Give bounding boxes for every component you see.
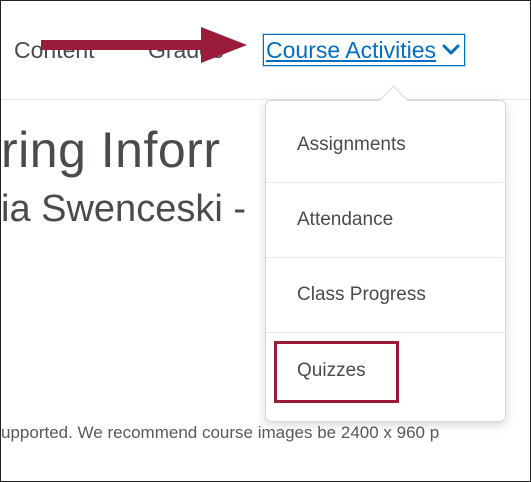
menu-item-attendance[interactable]: Attendance (266, 183, 505, 258)
chevron-down-icon (442, 44, 460, 55)
nav-item-course-activities[interactable]: Course Activities (263, 34, 466, 66)
menu-item-class-progress[interactable]: Class Progress (266, 258, 505, 333)
quizzes-highlight-box (274, 341, 399, 403)
annotation-arrow-icon (41, 27, 247, 63)
instructor-name: ia Swenceski - (1, 188, 246, 230)
page-title: ring Inforr (1, 122, 221, 178)
image-recommendation-note: upported. We recommend course images be … (1, 423, 440, 442)
course-navbar: Content Grades Course Activities (1, 1, 530, 100)
nav-item-course-activities-label: Course Activities (266, 36, 437, 63)
screenshot-frame: Content Grades Course Activities ring In… (0, 0, 531, 482)
menu-item-assignments[interactable]: Assignments (266, 108, 505, 183)
